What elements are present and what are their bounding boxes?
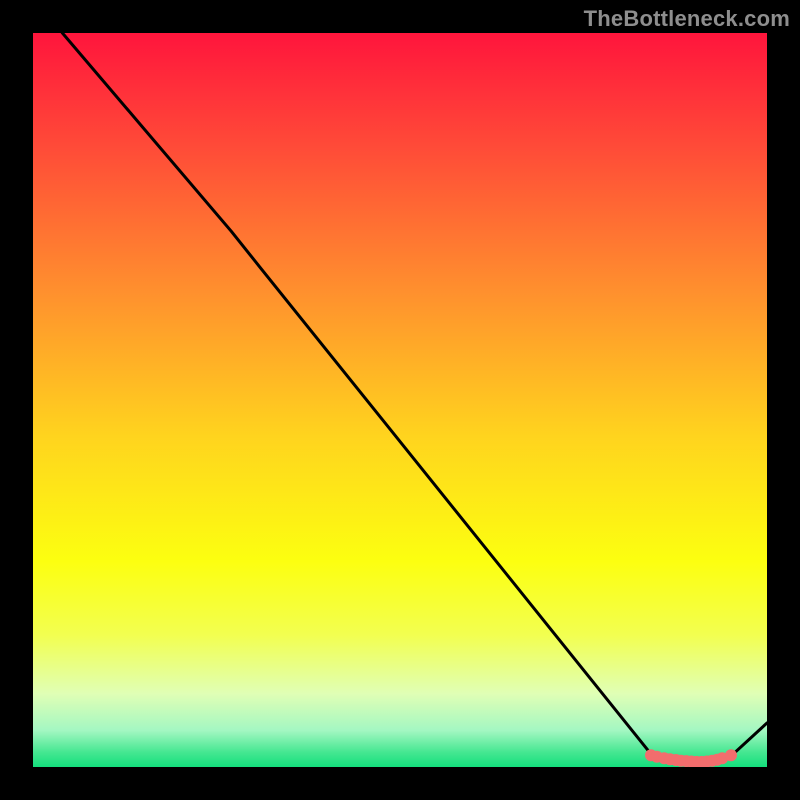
chart-svg xyxy=(33,33,767,767)
chart-line-group xyxy=(33,33,767,763)
chart-markers xyxy=(645,749,737,767)
chart-curve xyxy=(33,33,767,763)
chart-frame: TheBottleneck.com xyxy=(0,0,800,800)
attribution-text: TheBottleneck.com xyxy=(584,6,790,32)
marker-dot xyxy=(725,749,737,761)
chart-plot-area xyxy=(33,33,767,767)
